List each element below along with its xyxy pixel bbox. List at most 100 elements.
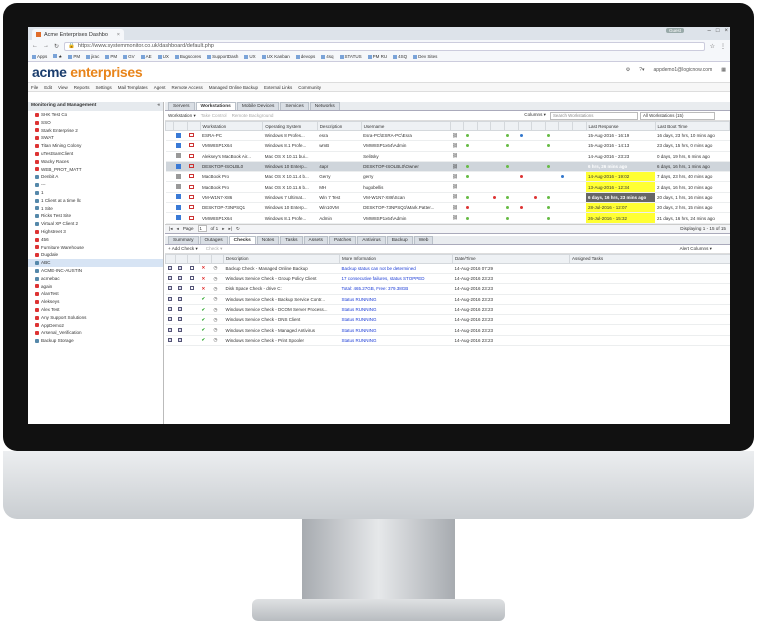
column-header[interactable]: [463, 121, 478, 131]
sidebar-item[interactable]: Backup Storage: [28, 337, 163, 345]
menu-item[interactable]: Mail Templates: [118, 85, 148, 90]
close-tab-icon[interactable]: ×: [117, 32, 120, 38]
sidebar-item[interactable]: Furniture Warehouse: [28, 244, 163, 252]
row-checkbox[interactable]: [165, 140, 174, 152]
sidebar-item[interactable]: SHK Test Co: [28, 111, 163, 119]
device-tab[interactable]: Services: [280, 102, 309, 110]
link-icon[interactable]: ⛓: [450, 151, 464, 162]
column-header[interactable]: [165, 121, 175, 131]
reload-icon[interactable]: ↻: [54, 43, 59, 50]
row-checkbox[interactable]: [165, 130, 174, 142]
row-checkbox[interactable]: [165, 202, 174, 214]
check-checkbox[interactable]: [165, 324, 176, 336]
note-icon[interactable]: [187, 283, 200, 295]
column-header[interactable]: [175, 253, 188, 264]
check-info[interactable]: 17 consecutive failures, status STOPPED: [339, 273, 453, 285]
gear-icon[interactable]: ⚙: [626, 67, 630, 73]
menu-item[interactable]: Remote Access: [171, 85, 202, 90]
row-checkbox[interactable]: [165, 181, 174, 193]
column-header[interactable]: Last Boot Time: [654, 121, 730, 131]
prev-page-icon[interactable]: ◂: [177, 226, 179, 232]
menu-item[interactable]: Reports: [74, 85, 90, 90]
device-tab[interactable]: Mobile Devices: [236, 102, 280, 110]
sidebar-item[interactable]: Dugdale: [28, 251, 163, 259]
note-icon[interactable]: [187, 273, 200, 285]
columns-menu[interactable]: Columns ▾: [524, 112, 546, 118]
sidebar-item[interactable]: Titan Mining Colony: [28, 142, 163, 150]
forward-icon[interactable]: →: [43, 43, 49, 49]
device-tab[interactable]: Networks: [309, 102, 340, 110]
workstation-menu[interactable]: Workstation ▾: [168, 113, 196, 119]
detail-tab[interactable]: Antivirus: [357, 235, 386, 244]
note-icon[interactable]: [187, 314, 200, 326]
search-input[interactable]: Search Workstations: [550, 112, 638, 120]
check-info[interactable]: Status RUNNING: [339, 335, 453, 347]
sidebar-item[interactable]: ---: [28, 181, 163, 189]
note-icon[interactable]: [187, 304, 200, 316]
detail-tab[interactable]: Notes: [256, 235, 280, 244]
remote-background-button[interactable]: Remote Background: [232, 113, 274, 118]
sidebar-item[interactable]: Alekseys: [28, 298, 163, 306]
bookmark-item[interactable]: STATUS: [340, 54, 362, 59]
check-row[interactable]: ✕ ◷ Windows Service Check - Group Policy C…: [165, 273, 730, 285]
sidebar-item[interactable]: Ricks Test Site: [28, 212, 163, 220]
column-header[interactable]: [517, 121, 533, 131]
check-checkbox[interactable]: [165, 273, 176, 285]
check-info[interactable]: Status RUNNING: [339, 304, 453, 316]
check-info[interactable]: Total: 465.27GB, Free: 379.38GB: [339, 283, 453, 295]
bookmark-item[interactable]: Dev Sites: [413, 54, 437, 59]
link-icon[interactable]: ⛓: [450, 192, 464, 204]
check-info[interactable]: Backup status can not be determined: [339, 263, 453, 274]
table-row[interactable]: MacBook Pro Mac OS X 10.11.6 b... MH hugobe…: [165, 181, 730, 193]
bookmark-item[interactable]: AE: [141, 54, 152, 59]
minimize-icon[interactable]: –: [708, 28, 711, 34]
check-checkbox[interactable]: [165, 263, 176, 274]
apps-grid-icon[interactable]: ▦: [721, 67, 726, 73]
table-row[interactable]: DESKTOP-ISOLBL0 Windows 10 Enterp... 4apr D…: [165, 161, 730, 173]
detail-tab[interactable]: Outages: [199, 235, 228, 244]
column-header[interactable]: [199, 253, 212, 264]
column-header[interactable]: [544, 121, 560, 131]
column-header[interactable]: [490, 121, 505, 131]
check-checkbox[interactable]: [165, 283, 176, 295]
menu-item[interactable]: Agent: [154, 85, 166, 90]
sidebar-item[interactable]: uTestSamClient: [28, 150, 163, 158]
link-icon[interactable]: ⛓: [450, 140, 464, 152]
sidebar-item[interactable]: Wacky Races: [28, 158, 163, 166]
sidebar-item[interactable]: 1 Client at a time llc: [28, 197, 163, 205]
column-header[interactable]: Date/Time: [452, 253, 570, 264]
column-header[interactable]: [449, 121, 465, 131]
check-row[interactable]: ✔ ◷ Windows Service Check - Backup Service…: [165, 294, 730, 305]
maximize-icon[interactable]: □: [716, 28, 720, 34]
table-row[interactable]: DESKTOP-73NPSQ1 Windows 10 Enterp... Win10…: [165, 202, 730, 214]
first-page-icon[interactable]: |◂: [169, 226, 173, 232]
table-row[interactable]: VM-W1N7-X86 Windows 7 Ultimat... Win 7 Tes…: [165, 192, 730, 204]
sidebar-item[interactable]: Alex Test: [28, 306, 163, 314]
check-checkbox[interactable]: [165, 304, 176, 316]
column-header[interactable]: Last Response: [585, 121, 656, 131]
sidebar-item[interactable]: acmebac: [28, 275, 163, 283]
sidebar-item[interactable]: AlanTest: [28, 290, 163, 298]
bookmark-item[interactable]: Bugscores: [175, 54, 201, 59]
table-row[interactable]: MacBook Pro Mac OS X 10.11.4 b... Gerry ger…: [165, 171, 730, 183]
bookmark-item[interactable]: devops: [296, 54, 316, 59]
guest-badge[interactable]: Guest: [665, 28, 684, 33]
check-checkbox[interactable]: [165, 335, 176, 347]
menu-item[interactable]: Settings: [95, 85, 111, 90]
note-icon[interactable]: [187, 335, 200, 347]
menu-item[interactable]: File: [31, 85, 38, 90]
column-header[interactable]: Username: [360, 121, 451, 131]
bookmark-item[interactable]: UX Kanban: [262, 54, 290, 59]
table-row[interactable]: Aleksey's MacBook Air... Mac OS X 10.11 b…: [165, 151, 730, 162]
alert-columns-menu[interactable]: Alert Columns ▾: [680, 246, 712, 252]
row-checkbox[interactable]: [165, 161, 174, 173]
last-page-icon[interactable]: ▸|: [229, 226, 233, 232]
menu-item[interactable]: Community: [298, 85, 321, 90]
bookmark-item[interactable]: Apps: [32, 54, 47, 59]
detail-tab[interactable]: Backup: [386, 235, 413, 244]
collapse-icon[interactable]: «: [157, 103, 160, 110]
row-checkbox[interactable]: [165, 151, 174, 162]
table-row[interactable]: ESRA-PC Windows 8 Profes... esra Esra-PC\ES…: [165, 130, 730, 142]
help-icon[interactable]: ?▾: [639, 67, 644, 73]
check-checkbox[interactable]: [175, 294, 188, 305]
